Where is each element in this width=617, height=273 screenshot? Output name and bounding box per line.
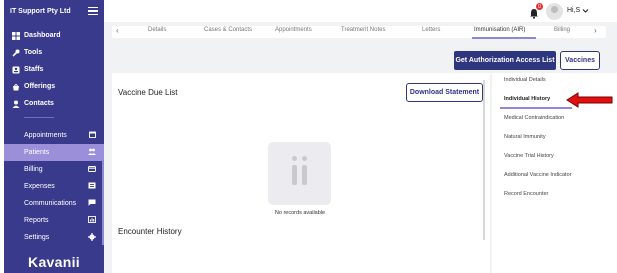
sidebar-item-label: Settings xyxy=(24,234,50,241)
sidebar-item-label: Appointments xyxy=(24,132,67,139)
sidebar-item-label: Billing xyxy=(24,166,43,173)
no-records-text: No records available xyxy=(274,210,326,216)
vaccine-due-title: Vaccine Due List xyxy=(118,88,178,97)
tab-treatment-notes[interactable]: Treatment Notes xyxy=(341,27,385,33)
side-item-record-encounter[interactable]: Record Encounter xyxy=(504,191,548,197)
sidebar-item-label: Expenses xyxy=(24,183,55,190)
sidebar-item-label: Tools xyxy=(24,49,43,56)
tab-immunisation[interactable]: Immunisation (AIR) xyxy=(474,27,525,33)
hamburger-menu-icon[interactable] xyxy=(88,7,98,15)
top-header: 0 Hi,S xyxy=(104,0,617,22)
sidebar-item-dashboard[interactable]: Dashboard xyxy=(4,27,104,44)
get-authorization-button[interactable]: Get Authorization Access List xyxy=(454,51,556,70)
notification-badge: 0 xyxy=(536,3,543,10)
panel-scrollbar[interactable] xyxy=(483,80,485,240)
tab-appointments[interactable]: Appointments xyxy=(275,27,312,33)
sidebar-item-billing[interactable]: Billing xyxy=(4,161,104,178)
side-item-individual-details[interactable]: Individual Details xyxy=(504,77,546,83)
offerings-icon xyxy=(12,83,20,91)
side-item-additional-vaccine-indicator[interactable]: Additional Vaccine Indicator xyxy=(504,172,571,178)
side-item-medical-contraindication[interactable]: Medical Contraindication xyxy=(504,115,564,121)
sidebar-item-label: Contacts xyxy=(24,100,54,107)
report-icon xyxy=(88,216,96,225)
active-tab-indicator xyxy=(472,37,536,39)
sidebar-item-staffs[interactable]: Staffs xyxy=(4,61,104,78)
sidebar-item-label: Staffs xyxy=(24,66,44,73)
encounter-history-title: Encounter History xyxy=(118,227,182,236)
sidebar-item-label: Offerings xyxy=(24,83,56,90)
gear-icon xyxy=(88,232,96,243)
sidebar-item-expenses[interactable]: Expenses xyxy=(4,178,104,195)
chat-icon xyxy=(88,199,96,208)
sidebar-item-label: Reports xyxy=(24,217,49,224)
tab-cases-contacts[interactable]: Cases & Contacts xyxy=(204,27,252,33)
sidebar-item-communications[interactable]: Communications xyxy=(4,195,104,212)
expenses-icon xyxy=(88,182,96,191)
vaccines-button[interactable]: Vaccines xyxy=(560,51,600,70)
sidebar-item-settings[interactable]: Settings xyxy=(4,229,104,246)
annotation-arrow-icon xyxy=(566,92,613,108)
sidebar-item-label: Dashboard xyxy=(24,32,61,39)
side-item-individual-history[interactable]: Individual History xyxy=(504,96,550,102)
tab-billing[interactable]: Billing xyxy=(554,27,570,33)
sidebar: IT Support Pty Ltd Dashboard Tools Staff… xyxy=(4,0,104,273)
empty-state-illustration xyxy=(268,142,331,205)
chevron-right-icon[interactable]: › xyxy=(594,26,597,35)
id-card-icon xyxy=(12,66,20,74)
org-name: IT Support Pty Ltd xyxy=(10,7,71,15)
user-greeting[interactable]: Hi,S xyxy=(567,7,580,14)
sidebar-item-offerings[interactable]: Offerings xyxy=(4,78,104,95)
avatar[interactable] xyxy=(546,3,563,20)
active-side-indicator xyxy=(500,107,572,109)
brand-logo: Kavanii xyxy=(28,254,80,270)
contacts-icon xyxy=(12,100,20,108)
tab-letters[interactable]: Letters xyxy=(422,27,440,33)
chevron-left-icon[interactable]: ‹ xyxy=(116,26,119,35)
sidebar-item-reports[interactable]: Reports xyxy=(4,212,104,229)
sidebar-item-contacts[interactable]: Contacts xyxy=(4,95,104,112)
sidebar-item-label: Communications xyxy=(24,200,77,207)
people-icon xyxy=(88,148,96,157)
primary-nav: Dashboard Tools Staffs Offerings Contact… xyxy=(4,27,104,112)
chevron-down-icon[interactable] xyxy=(582,7,589,16)
secondary-nav: Appointments Patients Billing Expenses C… xyxy=(4,127,104,246)
wrench-icon xyxy=(12,49,20,57)
calendar-icon xyxy=(89,131,96,140)
sidebar-item-tools[interactable]: Tools xyxy=(4,44,104,61)
sidebar-item-appointments[interactable]: Appointments xyxy=(4,127,104,144)
sidebar-item-label: Patients xyxy=(24,149,50,156)
side-item-natural-immunity[interactable]: Natural Immunity xyxy=(504,134,546,140)
download-statement-button[interactable]: Download Statement xyxy=(406,83,483,102)
tab-details[interactable]: Details xyxy=(148,27,166,33)
card-icon xyxy=(88,165,96,174)
side-item-vaccine-trial-history[interactable]: Vaccine Trial History xyxy=(504,153,554,159)
org-header: IT Support Pty Ltd xyxy=(4,0,104,22)
patient-tabs: ‹ Details Cases & Contacts Appointments … xyxy=(112,26,606,39)
sidebar-item-patients[interactable]: Patients xyxy=(4,144,104,161)
sidebar-divider xyxy=(24,117,54,121)
dashboard-icon xyxy=(12,31,20,40)
